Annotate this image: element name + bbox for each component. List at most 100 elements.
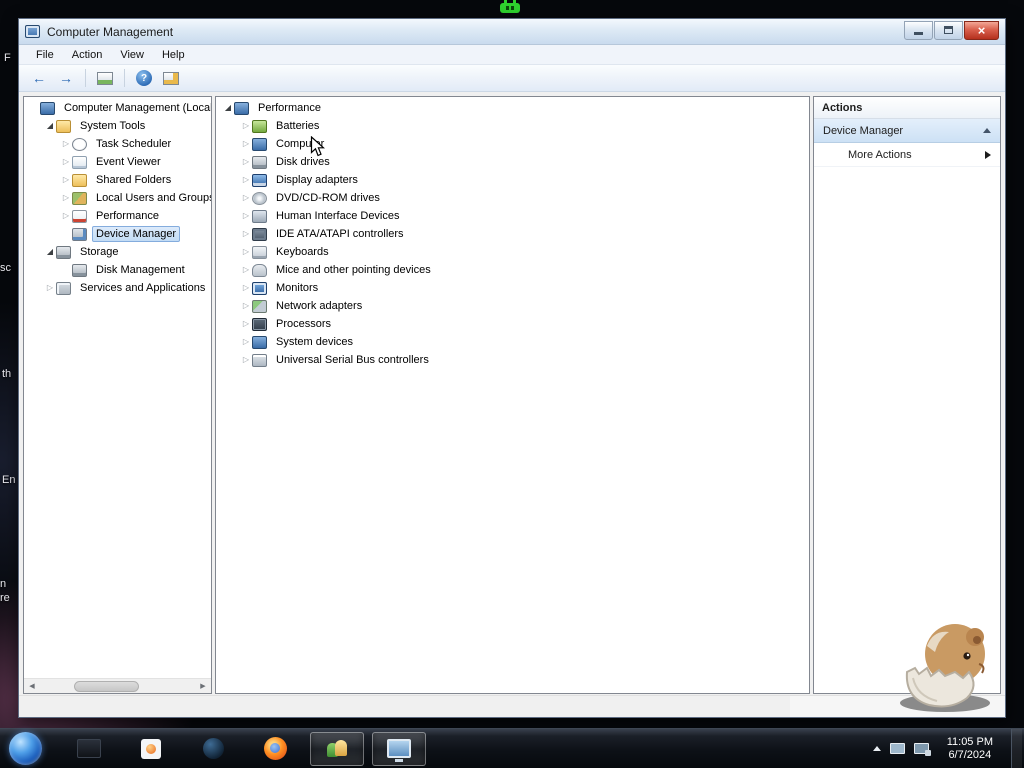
collapse-arrow-icon[interactable]: ◢ <box>44 121 56 131</box>
collapse-arrow-icon[interactable]: ◢ <box>222 103 234 113</box>
tree-item-system-tools[interactable]: ◢ System Tools <box>24 117 211 135</box>
expand-arrow-icon[interactable]: ▷ <box>60 211 72 221</box>
expand-arrow-icon[interactable]: ▷ <box>44 283 56 293</box>
forward-button[interactable]: → <box>54 67 78 89</box>
dm-monitor-icon <box>252 281 267 295</box>
tree-item-ide-ata-atapi-controllers[interactable]: ▷ IDE ATA/ATAPI controllers <box>216 225 809 243</box>
tree-item-universal-serial-bus-controllers[interactable]: ▷ Universal Serial Bus controllers <box>216 351 809 369</box>
desktop-icon-label-fragment: n <box>0 578 7 590</box>
taskbar-clock[interactable]: 11:05 PM 6/7/2024 <box>938 736 1002 762</box>
more-actions-item[interactable]: More Actions <box>814 143 1000 167</box>
tree-item-display-adapters[interactable]: ▷ Display adapters <box>216 171 809 189</box>
services-icon <box>56 281 71 295</box>
tree-item-performance[interactable]: ◢ Performance <box>216 99 809 117</box>
tree-item-label: DVD/CD-ROM drives <box>276 192 380 204</box>
window-title: Computer Management <box>47 24 174 39</box>
scrollbar-thumb[interactable] <box>74 680 140 692</box>
tree-item-task-scheduler[interactable]: ▷ Task Scheduler <box>24 135 211 153</box>
taskbar-app-computer-management[interactable] <box>372 731 426 766</box>
disk-management-icon <box>72 263 87 277</box>
expand-arrow-icon[interactable]: ▷ <box>240 193 252 203</box>
collapse-chevron-icon[interactable] <box>983 128 991 133</box>
expand-arrow-icon[interactable]: ▷ <box>240 355 252 365</box>
scroll-right-button[interactable]: ▶ <box>195 679 211 694</box>
tree-item-processors[interactable]: ▷ Processors <box>216 315 809 333</box>
taskbar-app-dark-window[interactable] <box>62 732 116 766</box>
expand-arrow-icon[interactable]: ▷ <box>240 301 252 311</box>
tree-item-monitors[interactable]: ▷ Monitors <box>216 279 809 297</box>
expand-arrow-icon[interactable]: ▷ <box>240 265 252 275</box>
scrollbar-track[interactable] <box>40 679 195 694</box>
tree-item-computer-management-local[interactable]: Computer Management (Local <box>24 99 211 117</box>
menu-file[interactable]: File <box>27 47 63 63</box>
expand-arrow-icon[interactable]: ▷ <box>60 193 72 203</box>
system-tools-icon <box>56 119 71 133</box>
expand-arrow-icon[interactable]: ▷ <box>240 121 252 131</box>
show-desktop-button[interactable] <box>1011 729 1022 768</box>
device-tree: ◢ Performance ▷ Batteries ▷ Computer ▷ Disk dri… <box>216 97 809 693</box>
tree-item-local-users-and-groups[interactable]: ▷ Local Users and Groups <box>24 189 211 207</box>
tree-item-computer[interactable]: ▷ Computer <box>216 135 809 153</box>
tree-item-shared-folders[interactable]: ▷ Shared Folders <box>24 171 211 189</box>
tree-item-event-viewer[interactable]: ▷ Event Viewer <box>24 153 211 171</box>
expand-arrow-icon[interactable]: ▷ <box>240 175 252 185</box>
maximize-button[interactable] <box>934 20 963 40</box>
tree-item-keyboards[interactable]: ▷ Keyboards <box>216 243 809 261</box>
taskbar-app-user-accounts[interactable] <box>310 731 364 766</box>
export-list-button[interactable] <box>159 67 183 89</box>
dm-processor-icon <box>252 317 267 331</box>
storage-icon <box>56 245 71 259</box>
expand-arrow-icon[interactable]: ▷ <box>240 157 252 167</box>
tree-item-human-interface-devices[interactable]: ▷ Human Interface Devices <box>216 207 809 225</box>
tree-item-device-manager[interactable]: Device Manager <box>24 225 211 243</box>
tree-item-performance[interactable]: ▷ Performance <box>24 207 211 225</box>
expand-arrow-icon[interactable]: ▷ <box>240 211 252 221</box>
globe-icon <box>202 738 224 759</box>
help-icon: ? <box>136 70 152 86</box>
expand-arrow-icon[interactable]: ▷ <box>240 337 252 347</box>
start-button[interactable] <box>9 732 42 765</box>
tree-item-batteries[interactable]: ▷ Batteries <box>216 117 809 135</box>
tree-item-mice-and-other-pointing-devices[interactable]: ▷ Mice and other pointing devices <box>216 261 809 279</box>
display-tray-icon[interactable] <box>889 743 905 754</box>
dm-keyboard-icon <box>252 245 267 259</box>
expand-arrow-icon[interactable]: ▷ <box>60 175 72 185</box>
tray-overflow-chevron-icon[interactable] <box>872 746 881 751</box>
expand-arrow-icon[interactable]: ▷ <box>240 319 252 329</box>
actions-device-manager-section[interactable]: Device Manager <box>814 119 1000 143</box>
tree-item-disk-drives[interactable]: ▷ Disk drives <box>216 153 809 171</box>
taskbar-app-browser[interactable] <box>186 732 240 766</box>
taskbar-app-firefox[interactable] <box>248 732 302 766</box>
back-button[interactable]: ← <box>27 67 51 89</box>
left-pane-horizontal-scrollbar[interactable]: ◀ ▶ <box>24 678 211 693</box>
network-tray-icon[interactable] <box>913 743 931 756</box>
desktop-icon-label-fragment: En <box>2 474 16 486</box>
help-button[interactable]: ? <box>132 67 156 89</box>
expand-arrow-icon[interactable]: ▷ <box>60 139 72 149</box>
menu-view[interactable]: View <box>111 47 153 63</box>
mouse-cursor <box>310 135 326 163</box>
close-button[interactable]: × <box>964 20 999 40</box>
expand-arrow-icon[interactable]: ▷ <box>240 139 252 149</box>
menu-action[interactable]: Action <box>63 47 112 63</box>
expand-arrow-icon[interactable]: ▷ <box>240 229 252 239</box>
console-content: Computer Management (Local ◢ System Tools ▷… <box>23 96 1001 694</box>
minimize-button[interactable] <box>904 20 933 40</box>
tree-item-network-adapters[interactable]: ▷ Network adapters <box>216 297 809 315</box>
collapse-arrow-icon[interactable]: ◢ <box>44 247 56 257</box>
tree-item-label: System devices <box>276 336 354 348</box>
tree-item-disk-management[interactable]: Disk Management <box>24 261 211 279</box>
tree-item-services-and-applications[interactable]: ▷ Services and Applications <box>24 279 211 297</box>
menu-help[interactable]: Help <box>153 47 194 63</box>
expand-arrow-icon[interactable]: ▷ <box>60 157 72 167</box>
show-console-tree-button[interactable] <box>93 67 117 89</box>
taskbar-app-media-player[interactable] <box>124 732 178 766</box>
expand-arrow-icon[interactable]: ▷ <box>240 247 252 257</box>
expand-arrow-icon[interactable]: ▷ <box>240 283 252 293</box>
tree-item-storage[interactable]: ◢ Storage <box>24 243 211 261</box>
tree-item-dvd-cd-rom-drives[interactable]: ▷ DVD/CD-ROM drives <box>216 189 809 207</box>
tree-item-system-devices[interactable]: ▷ System devices <box>216 333 809 351</box>
scroll-left-button[interactable]: ◀ <box>24 679 40 694</box>
title-bar[interactable]: Computer Management × <box>19 19 1005 45</box>
local-users-icon <box>72 191 87 205</box>
